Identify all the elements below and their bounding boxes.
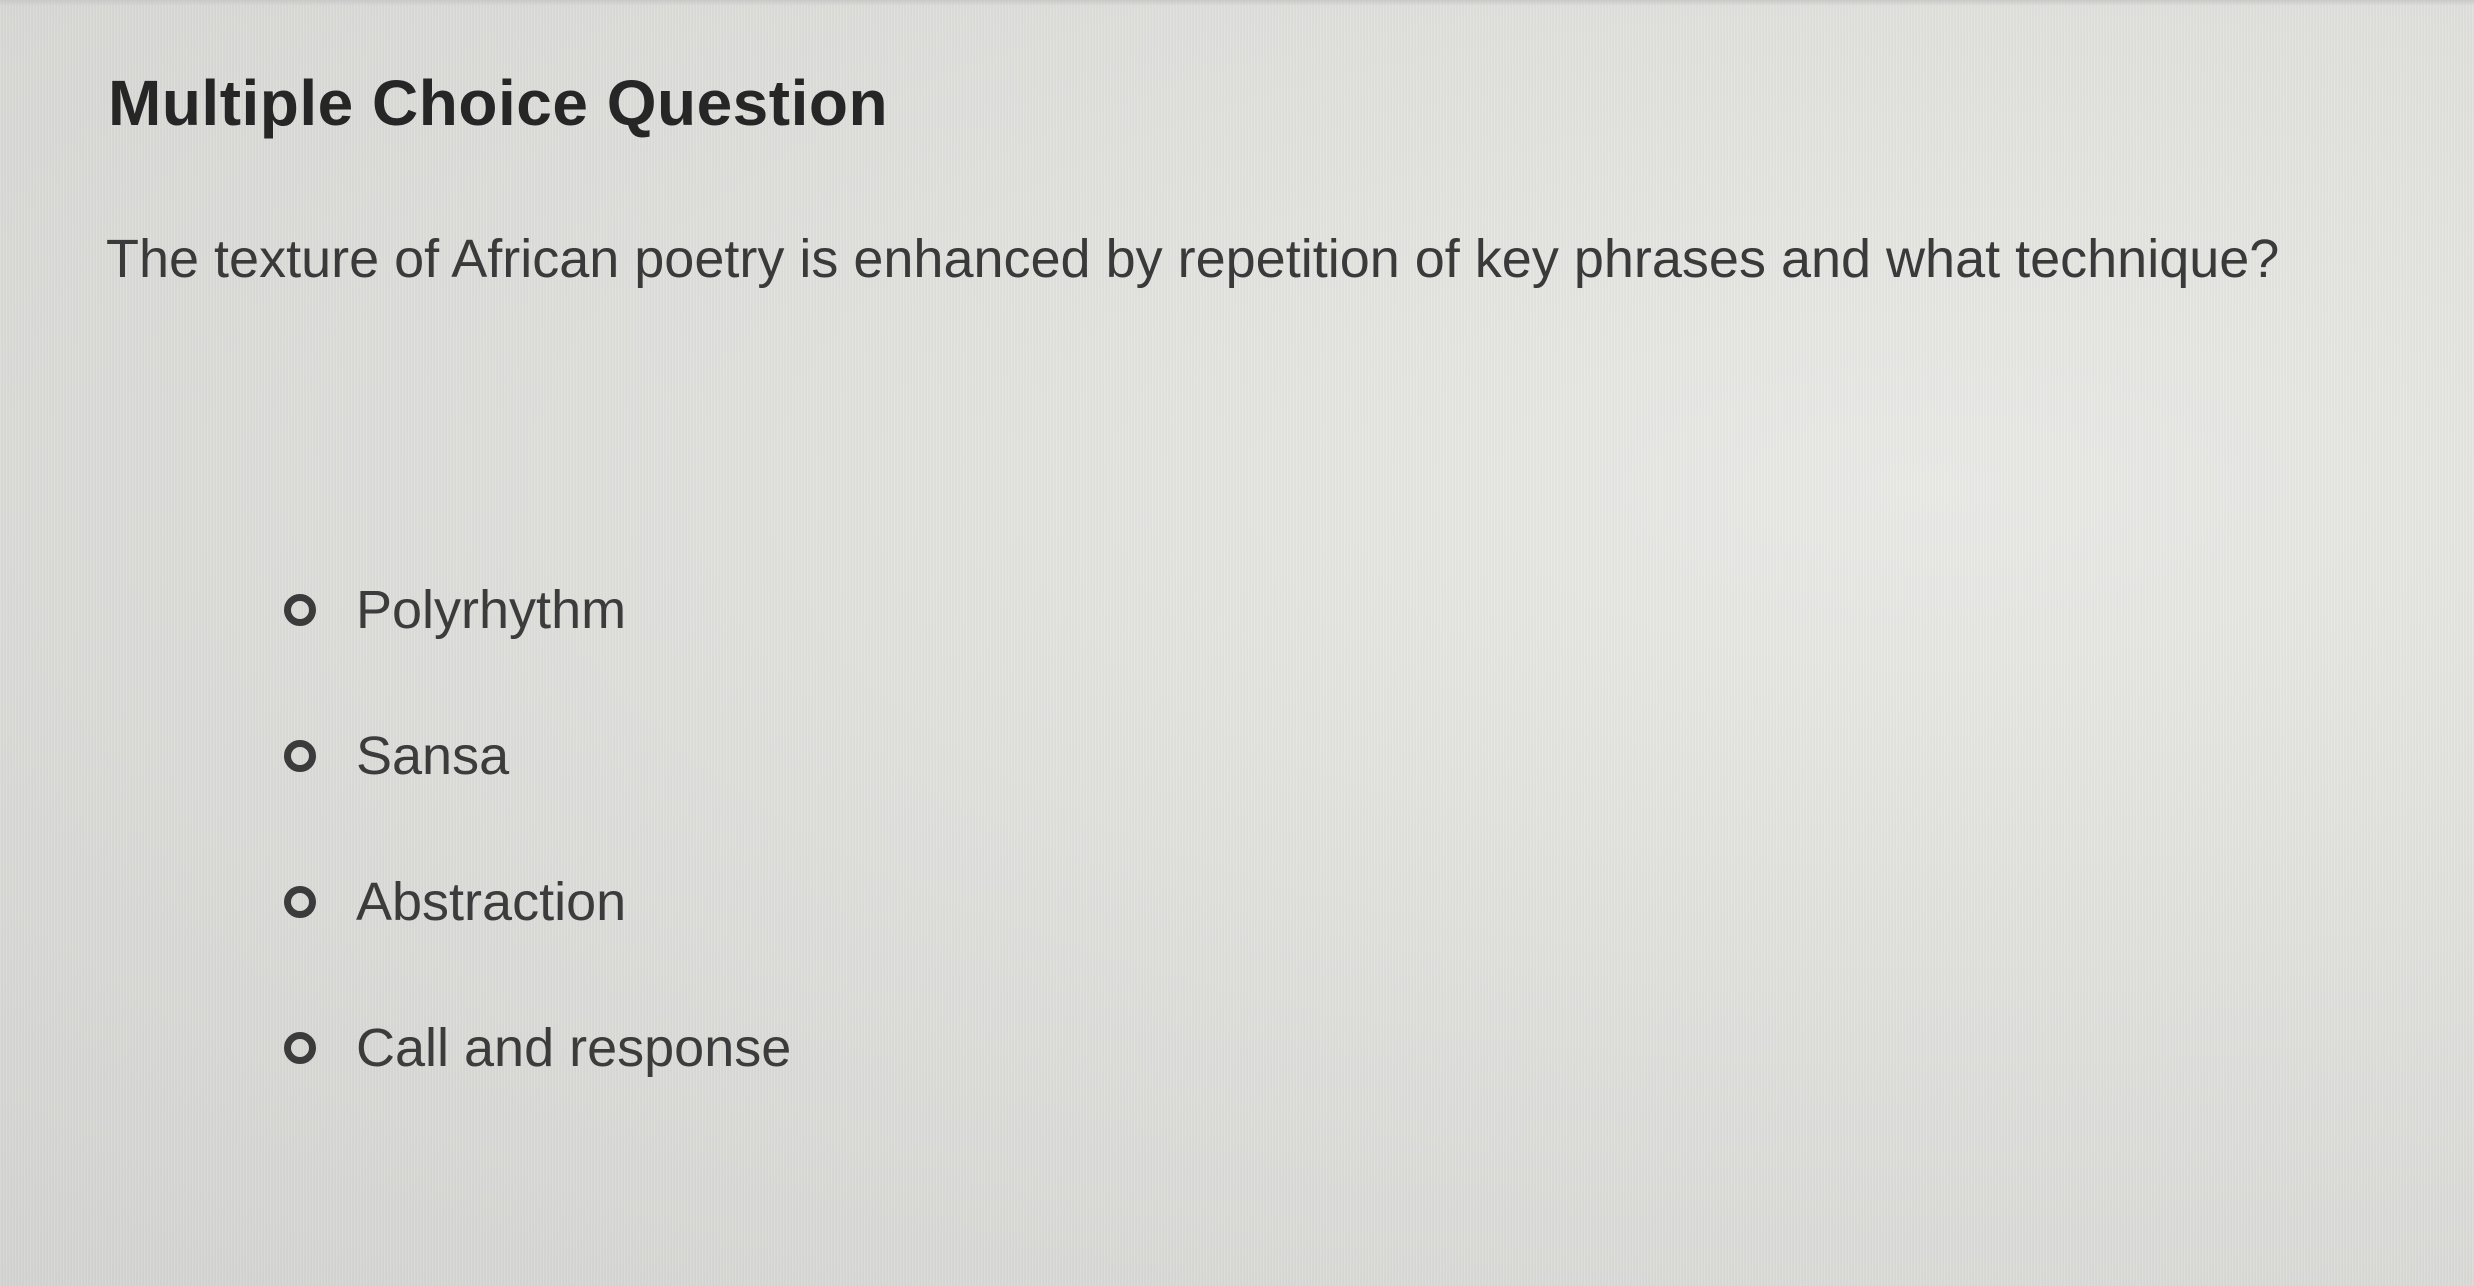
answer-option-sansa[interactable]: Sansa [284, 726, 791, 786]
answer-option-label[interactable]: Abstraction [356, 872, 626, 932]
answer-options: Polyrhythm Sansa Abstraction Call and re… [284, 580, 791, 1164]
question-card: Multiple Choice Question The texture of … [0, 0, 2474, 1286]
question-prompt: The texture of African poetry is enhance… [106, 229, 2280, 289]
radio-button-icon[interactable] [284, 594, 316, 626]
answer-option-label[interactable]: Polyrhythm [356, 580, 626, 640]
radio-button-icon[interactable] [284, 1032, 316, 1064]
answer-option-call-and-response[interactable]: Call and response [284, 1018, 791, 1078]
answer-option-polyrhythm[interactable]: Polyrhythm [284, 580, 791, 640]
answer-option-label[interactable]: Sansa [356, 726, 509, 786]
answer-option-label[interactable]: Call and response [356, 1018, 791, 1078]
radio-button-icon[interactable] [284, 740, 316, 772]
radio-button-icon[interactable] [284, 886, 316, 918]
question-type-heading: Multiple Choice Question [108, 67, 889, 139]
answer-option-abstraction[interactable]: Abstraction [284, 872, 791, 932]
